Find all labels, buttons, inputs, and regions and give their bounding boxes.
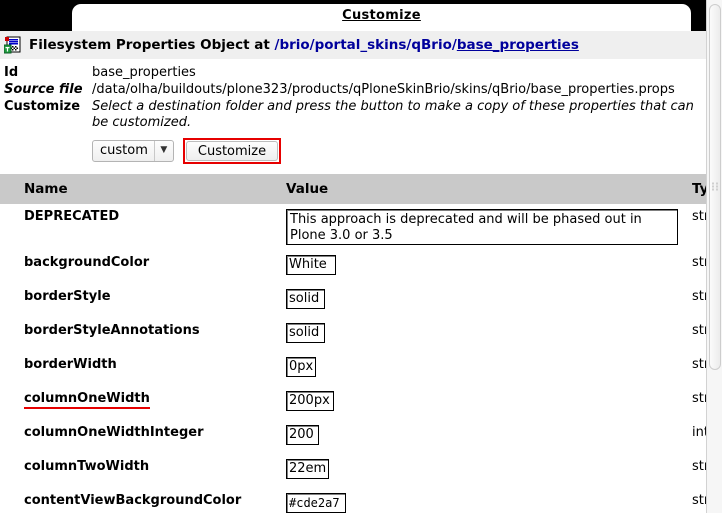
object-path: /brio/portal_skins/qBrio/ (274, 37, 457, 53)
property-name: contentViewBackgroundColor (24, 492, 242, 508)
object-path-link[interactable]: base_properties (457, 37, 579, 53)
customize-button-highlight: Customize (182, 137, 282, 164)
column-header-type: Type (692, 173, 706, 204)
property-name-cell: columnTwoWidth (0, 454, 286, 488)
destination-folder-value: custom (100, 143, 148, 159)
id-value: base_properties (92, 65, 196, 80)
properties-table-head: Name Value Type (0, 173, 706, 204)
property-name-cell: DEPRECATED (0, 204, 286, 250)
properties-table: Name Value Type DEPRECATED This approach … (0, 173, 706, 513)
chevron-down-icon: ▼ (160, 145, 168, 156)
property-name: borderStyleAnnotations (24, 322, 200, 338)
property-name: columnOneWidthInteger (24, 424, 204, 440)
property-value-input[interactable]: solid (286, 288, 325, 309)
meta-row-customize: Customize Select a destination folder an… (0, 98, 706, 132)
active-tab-label: Customize (342, 8, 421, 23)
table-row: borderStyle solid string (0, 284, 706, 318)
property-value-cell: 200px (286, 386, 692, 420)
property-value-textarea[interactable]: This approach is deprecated and will be … (286, 208, 678, 245)
property-name-cell: borderStyle (0, 284, 286, 318)
table-row: backgroundColor White string (0, 250, 706, 284)
property-value-cell: #cde2a7 (286, 488, 692, 513)
property-name-cell: borderStyleAnnotations (0, 318, 286, 352)
property-name: columnTwoWidth (24, 458, 150, 474)
property-value-input[interactable]: solid (286, 322, 325, 343)
property-value-input[interactable]: 200 (286, 424, 319, 445)
column-header-value: Value (286, 173, 692, 204)
property-value-cell: 0px (286, 352, 692, 386)
table-row: borderStyleAnnotations solid string (0, 318, 706, 352)
property-type-cell: string (692, 322, 706, 338)
property-name-cell: columnOneWidth (0, 386, 286, 420)
property-value-input[interactable]: 22em (286, 458, 329, 479)
property-type-cell: string (692, 208, 706, 224)
property-type-cell: string (692, 390, 706, 406)
window-titlebar: Customize (0, 0, 706, 31)
table-row: borderWidth 0px string (0, 352, 706, 386)
object-header: Filesystem Properties Object at /brio/po… (0, 31, 706, 60)
property-type-cell: string (692, 356, 706, 372)
object-header-prefix: Filesystem Properties Object at (29, 37, 270, 53)
source-file-label: Source file (4, 82, 83, 97)
property-value-cell: solid (286, 284, 692, 318)
property-value-cell: 200 (286, 420, 692, 454)
object-header-text: Filesystem Properties Object at /brio/po… (29, 37, 579, 53)
table-row: DEPRECATED This approach is deprecated an… (0, 204, 706, 250)
customize-controls: custom ▼ Customize (92, 137, 706, 164)
property-type-cell: int (692, 424, 706, 440)
property-value-input[interactable]: #cde2a7 (286, 492, 346, 513)
table-row: contentViewBackgroundColor #cde2a7 string (0, 488, 706, 513)
property-name: columnOneWidth (24, 391, 150, 409)
property-name-cell: contentViewBackgroundColor (0, 488, 286, 513)
vertical-scrollbar[interactable]: ▲ (706, 0, 722, 513)
property-type-cell: string (692, 458, 706, 474)
customize-help-text: Select a destination folder and press th… (92, 99, 694, 130)
property-type-cell: string (692, 288, 706, 304)
object-meta: Id base_properties Source file /data/olh… (0, 60, 706, 164)
destination-folder-select[interactable]: custom ▼ (92, 139, 174, 162)
filesystem-properties-icon (3, 36, 22, 54)
property-name-cell: columnOneWidthInteger (0, 420, 286, 454)
page-viewport: Customize Filesystem Properties Object a… (0, 0, 706, 513)
property-type-cell: string (692, 254, 706, 270)
scrollbar-grip-icon (712, 182, 718, 192)
scrollbar-track[interactable] (708, 0, 721, 513)
scrollbar-thumb[interactable] (709, 4, 721, 370)
property-name: borderStyle (24, 288, 111, 304)
property-value-cell: This approach is deprecated and will be … (286, 204, 692, 250)
property-name-cell: borderWidth (0, 352, 286, 386)
customize-button[interactable]: Customize (185, 140, 279, 161)
property-name: backgroundColor (24, 254, 150, 270)
property-name: borderWidth (24, 356, 117, 372)
property-value-cell: White (286, 250, 692, 284)
meta-row-id: Id base_properties (0, 64, 706, 81)
property-value-cell: 22em (286, 454, 692, 488)
column-header-name: Name (0, 173, 286, 204)
property-value-input[interactable]: 0px (286, 356, 316, 377)
property-value-input[interactable]: White (286, 254, 336, 275)
table-row: columnOneWidth 200px string (0, 386, 706, 420)
property-value-cell: solid (286, 318, 692, 352)
id-label: Id (4, 65, 19, 80)
active-tab[interactable]: Customize (72, 4, 691, 31)
properties-table-body: DEPRECATED This approach is deprecated an… (0, 204, 706, 513)
property-name-cell: backgroundColor (0, 250, 286, 284)
source-file-value: /data/olha/buildouts/plone323/products/q… (92, 82, 675, 97)
table-row: columnOneWidthInteger 200 int (0, 420, 706, 454)
property-type-cell: string (692, 492, 706, 508)
property-name: DEPRECATED (24, 208, 120, 224)
property-value-input[interactable]: 200px (286, 390, 334, 411)
customize-label: Customize (4, 99, 81, 114)
meta-row-source-file: Source file /data/olha/buildouts/plone32… (0, 81, 706, 98)
properties-header-row: Name Value Type (0, 173, 706, 204)
table-row: columnTwoWidth 22em string (0, 454, 706, 488)
